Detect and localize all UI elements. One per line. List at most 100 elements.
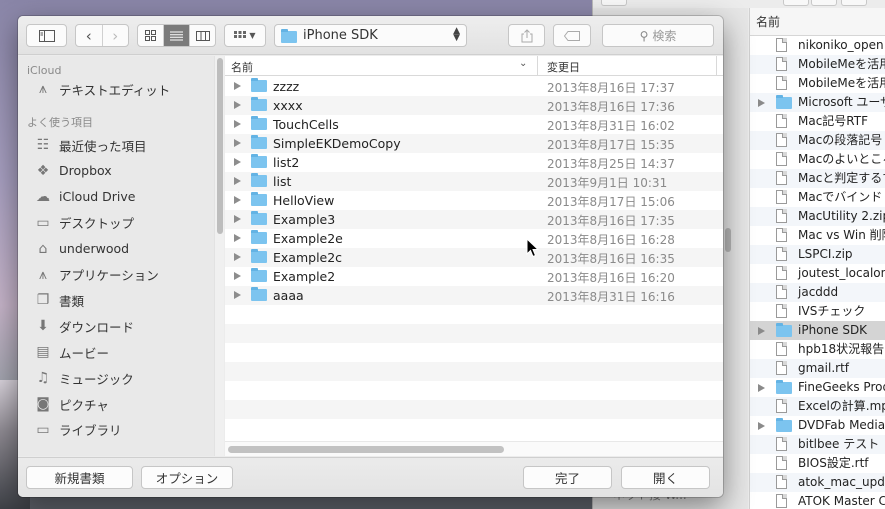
disclosure-triangle-icon[interactable] [234, 139, 241, 147]
file-row[interactable]: aaaa 2013年8月31日 16:16 [225, 286, 723, 305]
file-row[interactable]: list2 2013年8月25日 14:37 [225, 153, 723, 172]
column-header-date[interactable]: 変更日 [547, 59, 580, 75]
sidebar-toggle-button[interactable] [26, 24, 67, 47]
file-row[interactable]: TouchCells 2013年8月31日 16:02 [225, 115, 723, 134]
file-row[interactable]: Example2 2013年8月16日 16:20 [225, 267, 723, 286]
bg-toolbar-button[interactable] [811, 0, 837, 6]
bg-toolbar-button[interactable] [841, 0, 867, 6]
file-row[interactable]: Example3 2013年8月16日 17:35 [225, 210, 723, 229]
bg-file-row[interactable]: IVSチェック [750, 302, 885, 321]
bg-sidebar-scrollbar[interactable] [725, 228, 731, 252]
icon-view-button[interactable] [138, 25, 164, 46]
sidebar-item[interactable]: ▭ ライブラリ [34, 420, 121, 440]
sidebar-item[interactable]: ◙ ピクチャ [34, 394, 109, 414]
bg-file-row[interactable]: Mac記号RTF [750, 112, 885, 131]
disclosure-triangle-icon[interactable] [234, 215, 241, 223]
bg-file-row[interactable]: gmail.rtf [750, 359, 885, 378]
horizontal-scrollbar[interactable] [225, 441, 723, 456]
tag-button[interactable] [553, 24, 591, 47]
bg-file-row[interactable]: jacddd [750, 283, 885, 302]
bg-file-row[interactable]: DVDFab Media [750, 416, 885, 435]
disclosure-triangle-icon[interactable] [234, 158, 241, 166]
bg-file-row[interactable]: bitlbee テスト [750, 435, 885, 454]
sidebar-scroll-thumb[interactable] [217, 58, 223, 234]
column-view-button[interactable] [190, 25, 215, 46]
sidebar-item[interactable]: ❐ 書類 [34, 290, 84, 310]
horizontal-scroll-thumb[interactable] [228, 446, 504, 453]
bg-file-row[interactable]: iPhone SDK [750, 321, 885, 340]
sidebar-item[interactable]: ▭ デスクトップ [34, 213, 134, 233]
document-icon [776, 114, 787, 131]
sidebar-item[interactable]: ⌂ underwood [34, 239, 130, 259]
bg-file-row[interactable]: Excelの計算.mp [750, 397, 885, 416]
bg-file-row[interactable]: Macでバインド [750, 188, 885, 207]
sidebar-item[interactable]: ⩚ アプリケーション [34, 265, 159, 285]
bg-file-row[interactable]: Macと判定するす [750, 169, 885, 188]
sidebar-item[interactable]: ☁ iCloud Drive [34, 187, 135, 207]
bg-file-row[interactable]: ATOK Master C [750, 492, 885, 509]
column-header-name[interactable]: 名前 [231, 59, 253, 75]
bg-toolbar-button[interactable] [601, 0, 627, 6]
disclosure-triangle-icon[interactable] [758, 384, 765, 392]
disclosure-triangle-icon[interactable] [234, 291, 241, 299]
bg-file-row[interactable]: Macの段落記号 [750, 131, 885, 150]
bg-column-header-name[interactable]: 名前 [750, 8, 885, 36]
column-divider[interactable] [537, 56, 538, 76]
sidebar-item[interactable]: ⩚ テキストエディット [34, 79, 170, 99]
sidebar-item[interactable]: ♫ ミュージック [34, 368, 134, 388]
disclosure-triangle-icon[interactable] [234, 272, 241, 280]
bg-file-row[interactable]: Macのよいところ [750, 150, 885, 169]
new-document-button[interactable]: 新規書類 [26, 466, 133, 489]
bg-file-row[interactable]: joutest_localonl [750, 264, 885, 283]
disclosure-triangle-icon[interactable] [234, 234, 241, 242]
file-row[interactable]: Example2e 2013年8月16日 16:28 [225, 229, 723, 248]
disclosure-triangle-icon[interactable] [234, 120, 241, 128]
sidebar-scrollbar[interactable] [214, 56, 224, 456]
file-row[interactable]: zzzz 2013年8月16日 17:37 [225, 77, 723, 96]
arrange-menu-button[interactable]: ▼ [224, 24, 266, 47]
disclosure-triangle-icon[interactable] [234, 82, 241, 90]
bg-file-row[interactable]: MacUtility 2.zip [750, 207, 885, 226]
sidebar-item[interactable]: ▤ ムービー [34, 342, 109, 362]
file-row[interactable]: SimpleEKDemoCopy 2013年8月17日 15:35 [225, 134, 723, 153]
sidebar-item[interactable]: ☷ 最近使った項目 [34, 135, 147, 155]
document-icon [776, 494, 787, 509]
list-view-button[interactable] [164, 25, 190, 46]
disclosure-triangle-icon[interactable] [758, 99, 765, 107]
bg-file-row[interactable]: FineGeeks Prod [750, 378, 885, 397]
bg-file-row[interactable]: BIOS設定.rtf [750, 454, 885, 473]
search-input[interactable]: ⚲ 検索 [602, 24, 714, 47]
bg-file-row[interactable]: MobileMeを活用 [750, 74, 885, 93]
bg-toolbar-button[interactable] [783, 0, 809, 6]
path-popup[interactable]: iPhone SDK ▲ ▼ [274, 24, 467, 47]
desktop-icon: ▭ [36, 214, 50, 231]
disclosure-triangle-icon[interactable] [234, 101, 241, 109]
bg-file-row[interactable]: LSPCI.zip [750, 245, 885, 264]
sidebar-item-label: Dropbox [59, 163, 112, 179]
bg-file-name: Mac記号RTF [798, 114, 869, 128]
file-row[interactable]: HelloView 2013年8月17日 15:06 [225, 191, 723, 210]
file-row[interactable]: list 2013年9月1日 10:31 [225, 172, 723, 191]
open-button[interactable]: 開く [621, 466, 710, 489]
sidebar-item[interactable]: ⬇ ダウンロード [34, 316, 134, 336]
disclosure-triangle-icon[interactable] [234, 253, 241, 261]
bg-file-row[interactable]: hpb18状況報告 [750, 340, 885, 359]
forward-button[interactable]: › [103, 25, 129, 46]
bg-file-row[interactable]: atok_mac_upda [750, 473, 885, 492]
file-row[interactable]: xxxx 2013年8月16日 17:36 [225, 96, 723, 115]
sidebar-item[interactable]: ❖ Dropbox [34, 161, 112, 181]
disclosure-triangle-icon[interactable] [234, 177, 241, 185]
done-button[interactable]: 完了 [523, 466, 612, 489]
options-button[interactable]: オプション [141, 466, 233, 489]
share-button[interactable] [508, 24, 545, 47]
bg-file-row[interactable]: nikoniko_open [750, 36, 885, 55]
bg-file-row[interactable]: Mac vs Win 削除 [750, 226, 885, 245]
back-button[interactable]: ‹ [76, 25, 103, 46]
disclosure-triangle-icon[interactable] [234, 196, 241, 204]
disclosure-triangle-icon[interactable] [758, 422, 765, 430]
file-row[interactable]: Example2c 2013年8月16日 16:35 [225, 248, 723, 267]
bg-file-row[interactable]: Microsoft ユーザ [750, 93, 885, 112]
disclosure-triangle-icon[interactable] [758, 327, 765, 335]
column-divider[interactable] [716, 56, 717, 76]
bg-file-row[interactable]: MobileMeを活用 [750, 55, 885, 74]
